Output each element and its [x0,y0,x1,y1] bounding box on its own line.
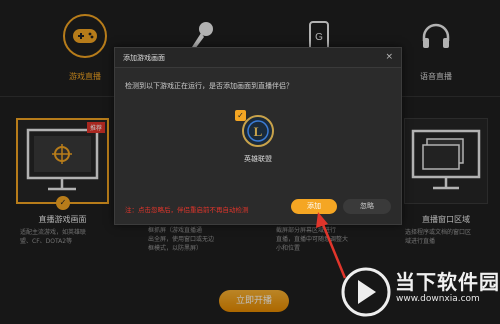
watermark-url: www.downxia.com [396,294,480,304]
watermark-title: 当下软件园 [395,270,500,294]
downxia-logo-icon [341,267,391,317]
watermark: 当下软件园 www.downxia.com [338,262,500,322]
